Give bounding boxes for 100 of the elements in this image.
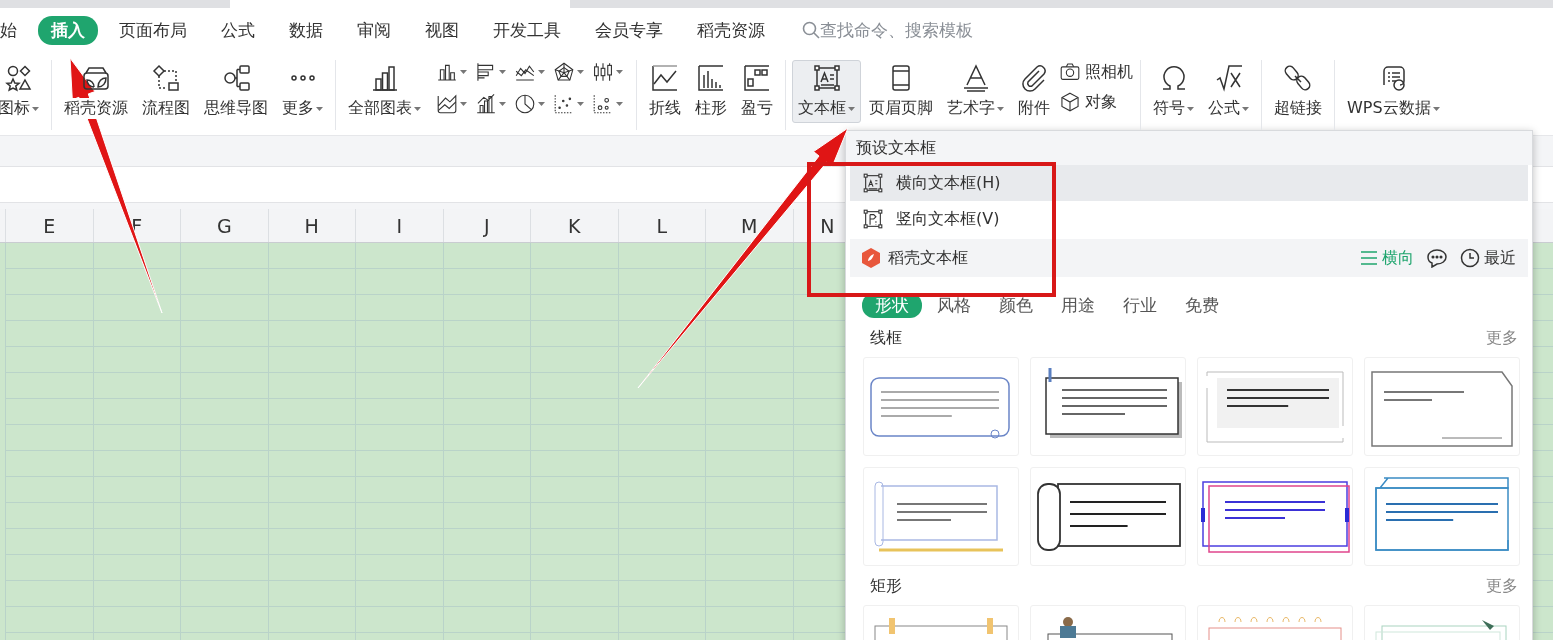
caret-icon [499, 102, 506, 106]
ribbon-button[interactable]: 附件 [1012, 60, 1056, 123]
docer-logo-icon [862, 248, 880, 268]
ribbon-button[interactable]: 超链接 [1268, 60, 1328, 123]
ribbon-button[interactable]: 对象 [1058, 90, 1134, 114]
dots-icon [290, 75, 315, 81]
ribbon-button[interactable]: 流程图 [136, 60, 196, 123]
docer-text-box-link[interactable]: 稻壳文本框 [888, 247, 968, 269]
shapes-icon [3, 63, 34, 93]
template-thumbnail[interactable] [1364, 357, 1520, 456]
combo-chart-icon [475, 93, 497, 115]
link-icon [1283, 63, 1313, 93]
caret-icon [616, 102, 623, 106]
pie-chart-icon [514, 93, 536, 115]
flowchart-icon [151, 63, 181, 93]
text-box-icon [811, 63, 842, 93]
ribbon-button[interactable]: WPS云数据 [1341, 60, 1446, 123]
ribbon-button[interactable]: 盈亏 [735, 60, 779, 123]
chart-type-button[interactable] [552, 92, 585, 116]
ribbon-button[interactable]: 公式 [1202, 60, 1255, 123]
caret-icon [577, 102, 584, 106]
ribbon-button[interactable]: 艺术字 [941, 60, 1010, 123]
column-label[interactable]: K [530, 209, 618, 242]
ribbon-button[interactable]: 页眉页脚 [863, 60, 939, 123]
template-thumbnail[interactable] [863, 357, 1019, 456]
column-label[interactable]: J [442, 209, 530, 242]
caret-icon [577, 70, 584, 74]
area-chart-icon [436, 93, 458, 115]
column-label[interactable]: E [5, 209, 93, 242]
chart-type-button[interactable] [513, 92, 546, 116]
category-tab[interactable]: 风格 [924, 293, 984, 318]
recent-button[interactable]: 最近 [1460, 247, 1516, 269]
vertical-text-box-icon [862, 208, 884, 230]
win-loss-icon [742, 63, 772, 93]
column-label[interactable]: L [617, 209, 705, 242]
menu-item[interactable]: 横向文本框(H) [850, 165, 1528, 201]
chart-type-button[interactable] [435, 92, 468, 116]
ribbon-button[interactable]: 柱形 [689, 60, 733, 123]
ribbon-tab[interactable]: 稻壳资源 [684, 15, 778, 45]
category-tab[interactable]: 行业 [1110, 293, 1170, 318]
template-thumbnail[interactable] [863, 467, 1019, 566]
column-label[interactable]: G [180, 209, 268, 242]
caret-icon [538, 102, 545, 106]
cube-icon [1059, 91, 1081, 113]
line-chart-icon [650, 63, 680, 93]
camera-icon [1059, 61, 1081, 83]
paperclip-icon [1019, 63, 1049, 93]
caret-icon [499, 70, 506, 74]
horizontal-text-box-icon [862, 172, 884, 194]
ribbon-button[interactable]: 照相机 [1058, 60, 1134, 84]
scatter-chart-icon [553, 93, 575, 115]
more-link[interactable]: 更多 [1486, 328, 1518, 349]
chart-type-button[interactable] [474, 92, 507, 116]
chart-type-button[interactable] [552, 60, 585, 84]
caret-icon [460, 102, 467, 106]
template-thumbnail[interactable] [1197, 357, 1353, 456]
ribbon-tab[interactable]: 数据 [276, 15, 336, 45]
caret-icon [616, 70, 623, 74]
search-icon [802, 21, 820, 39]
template-thumbnail[interactable] [1197, 467, 1353, 566]
clock-icon [1460, 248, 1480, 268]
ribbon-button[interactable]: 文本框 [792, 60, 861, 123]
template-thumbnail[interactable] [1030, 357, 1186, 456]
column-label[interactable]: H [267, 209, 355, 242]
more-link[interactable]: 更多 [1486, 576, 1518, 597]
column-label[interactable]: I [355, 209, 443, 242]
ribbon-tab[interactable]: 会员专享 [582, 15, 676, 45]
menu-item[interactable]: 竖向文本框(V) [850, 201, 1528, 237]
stock-chart-icon [592, 61, 614, 83]
ribbon-tab[interactable]: 始 [0, 15, 30, 45]
ribbon-button[interactable]: 折线 [643, 60, 687, 123]
template-thumbnail[interactable] [1364, 467, 1520, 566]
section-title: 线框 [870, 328, 902, 349]
ribbon-tab[interactable]: 页面布局 [106, 15, 200, 45]
category-tab[interactable]: 免费 [1172, 293, 1232, 318]
ribbon-button[interactable]: 全部图表 [342, 60, 427, 123]
ribbon-tab[interactable]: 视图 [412, 15, 472, 45]
menu-icon [1360, 250, 1378, 266]
chart-type-button[interactable] [591, 60, 624, 84]
ribbon-tab[interactable]: 审阅 [344, 15, 404, 45]
chat-icon[interactable] [1426, 248, 1448, 268]
ribbon-button[interactable]: 更多 [276, 60, 329, 123]
section-title: 矩形 [870, 576, 902, 597]
ribbon-button[interactable]: 思维导图 [198, 60, 274, 123]
caret-icon [460, 70, 467, 74]
ribbon-button[interactable]: 图标 [0, 60, 45, 123]
chart-type-button[interactable] [474, 60, 507, 84]
caret-icon [538, 70, 545, 74]
ribbon-button[interactable]: 符号 [1147, 60, 1200, 123]
category-tab[interactable]: 用途 [1048, 293, 1108, 318]
template-thumbnail[interactable] [1030, 467, 1186, 566]
ribbon-tab[interactable]: 开发工具 [480, 15, 574, 45]
column-chart-icon [696, 63, 726, 93]
ribbon-tab[interactable]: 公式 [208, 15, 268, 45]
radar-chart-icon [553, 61, 575, 83]
column-label[interactable]: N [792, 209, 841, 242]
chart-type-button[interactable] [591, 92, 624, 116]
category-tab[interactable]: 颜色 [986, 293, 1046, 318]
menu-header: 预设文本框 [846, 131, 1532, 165]
mind-map-icon [221, 63, 251, 93]
